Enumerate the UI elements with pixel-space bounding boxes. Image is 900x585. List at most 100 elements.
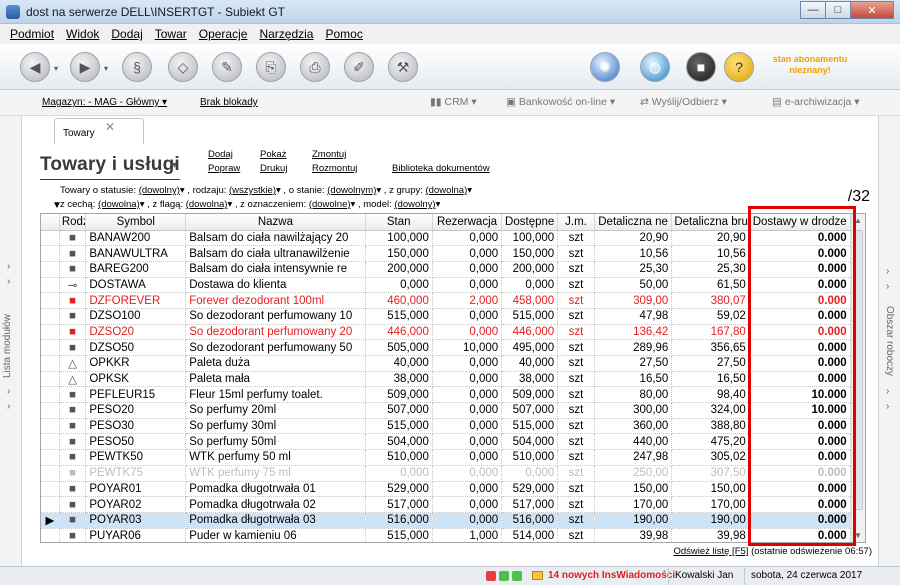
menu-towar[interactable]: Towar <box>149 24 193 44</box>
close-button[interactable]: ✕ <box>850 1 894 19</box>
back-dropdown-icon[interactable]: ▾ <box>54 64 58 73</box>
header-dostepne[interactable]: Dostępne <box>501 214 559 231</box>
copy-icon[interactable]: ⎘ <box>256 52 286 82</box>
table-row[interactable]: ■ BANAW200 Balsam do ciała nawilżający 20 1… <box>41 230 865 247</box>
table-row[interactable]: △ OPKSK Paleta mała 38,000 0,000 38,000 szt 16,… <box>41 371 865 388</box>
edit-icon[interactable]: ✐ <box>344 52 374 82</box>
news-notification[interactable]: 14 nowych InsWiadomości <box>548 570 675 581</box>
header-stan[interactable]: Stan <box>365 214 433 231</box>
header-jm[interactable]: J.m. <box>557 214 595 231</box>
forward-icon[interactable]: ▶ <box>70 52 100 82</box>
expand-left-icon[interactable]: › <box>7 261 10 272</box>
refresh-link[interactable]: Odśwież listę [F5] <box>673 546 748 557</box>
table-row[interactable]: ■ DZSO50 So dezodorant perfumowany 50 505,0… <box>41 339 865 356</box>
show-link[interactable]: Pokaż <box>260 149 286 160</box>
menu-widok[interactable]: Widok <box>60 24 105 44</box>
module-list-strip[interactable]: Lista modułów › › › › <box>0 116 22 566</box>
row-selector[interactable] <box>41 308 60 325</box>
mark-filter[interactable]: (dowolne) <box>309 199 351 210</box>
scroll-down-icon[interactable]: ▼ <box>854 531 862 540</box>
subscription-notice[interactable]: stan abonamentu nieznany! <box>760 54 860 76</box>
table-row[interactable]: ■ PEWTK75 WTK perfumy 75 ml 0,000 0,000 0,000… <box>41 465 865 482</box>
title-dropdown-icon[interactable]: ▾ <box>172 160 177 171</box>
crm-button[interactable]: ▮▮ CRM ▾ <box>430 96 477 108</box>
banking-button[interactable]: ▣ Bankowość on-line ▾ <box>506 96 615 108</box>
table-row[interactable]: ▶ ■ POYAR03 Pomadka długotrwała 03 516,000 0,… <box>41 512 865 529</box>
table-row[interactable]: ■ DZFOREVER Forever dezodorant 100ml 460,00… <box>41 292 865 309</box>
state-filter[interactable]: (dowolnym) <box>327 185 376 196</box>
back-icon[interactable]: ◀ <box>20 52 50 82</box>
tab-close-icon[interactable]: ✕ <box>105 120 115 134</box>
row-selector[interactable] <box>41 465 60 482</box>
maximize-button[interactable]: □ <box>825 1 851 19</box>
tab-towary[interactable]: Towary ✕ <box>54 118 144 144</box>
table-row[interactable]: ■ BAREG200 Balsam do ciała intensywnie re 2… <box>41 261 865 278</box>
expand-right-icon-3[interactable]: › <box>886 386 889 397</box>
menu-podmiot[interactable]: Podmiot <box>4 24 60 44</box>
header-detaliczna-netto[interactable]: Detaliczna ne <box>594 214 673 231</box>
fix-link[interactable]: Popraw <box>208 163 240 174</box>
status-filter[interactable]: (dowolny) <box>139 185 180 196</box>
current-row-marker-icon[interactable]: ▶ <box>41 512 60 529</box>
table-row[interactable]: ■ POYAR01 Pomadka długotrwała 01 529,000 0,0… <box>41 481 865 498</box>
docs-library-link[interactable]: Biblioteka dokumentów <box>392 163 490 174</box>
stamp-icon[interactable]: ✎ <box>212 52 242 82</box>
forward-dropdown-icon[interactable]: ▾ <box>104 64 108 73</box>
row-selector[interactable] <box>41 355 60 372</box>
expand-left-icon-3[interactable]: › <box>7 386 10 397</box>
menu-dodaj[interactable]: Dodaj <box>105 24 148 44</box>
group-filter[interactable]: (dowolna) <box>426 185 468 196</box>
row-selector[interactable] <box>41 245 60 262</box>
header-detaliczna-brutto[interactable]: Detaliczna brut <box>671 214 750 231</box>
expand-left-icon-2[interactable]: › <box>7 276 10 287</box>
menu-pomoc[interactable]: Pomoc <box>319 24 368 44</box>
table-row[interactable]: ■ DZSO20 So dezodorant perfumowany 20 446,0… <box>41 324 865 341</box>
header-nazwa[interactable]: Nazwa <box>185 214 366 231</box>
feature-filter[interactable]: (dowolna) <box>98 199 140 210</box>
send-receive-button[interactable]: ⇄ Wyślij/Odbierz ▾ <box>640 96 727 108</box>
table-row[interactable]: ■ PEWTK50 WTK perfumy 50 ml 510,000 0,000 510… <box>41 449 865 466</box>
row-selector[interactable] <box>41 449 60 466</box>
globe-icon[interactable]: ◍ <box>640 52 670 82</box>
table-row[interactable]: ■ PESO30 So perfumy 30ml 515,000 0,000 515,00… <box>41 418 865 435</box>
type-filter[interactable]: (wszystkie) <box>229 185 276 196</box>
print-icon[interactable]: ⎙ <box>300 52 330 82</box>
add-link[interactable]: Dodaj <box>208 149 233 160</box>
header-symbol[interactable]: Symbol <box>85 214 187 231</box>
row-selector[interactable] <box>41 402 60 419</box>
scroll-up-icon[interactable]: ▲ <box>854 216 862 225</box>
row-selector[interactable] <box>41 496 60 513</box>
workspace-strip[interactable]: Obszar roboczy › › › › <box>878 116 900 566</box>
minimize-button[interactable]: — <box>800 1 826 19</box>
page-title[interactable]: Towary i usługi <box>40 154 180 176</box>
box-icon[interactable]: ■ <box>686 52 716 82</box>
menu-narzedzia[interactable]: Narzędzia <box>253 24 319 44</box>
row-selector[interactable] <box>41 324 60 341</box>
document-icon[interactable]: § <box>122 52 152 82</box>
flag-filter[interactable]: (dowolna) <box>186 199 228 210</box>
tools-icon[interactable]: ⚒ <box>388 52 418 82</box>
print-link[interactable]: Drukuj <box>260 163 287 174</box>
row-selector[interactable] <box>41 371 60 388</box>
header-rodz[interactable]: Rodz <box>59 214 87 231</box>
table-row[interactable]: ■ PEFLEUR15 Fleur 15ml perfumy toalet. 509,… <box>41 386 865 404</box>
table-row[interactable]: ■ PESO20 So perfumy 20ml 507,000 0,000 507,00… <box>41 402 865 419</box>
expand-right-icon-2[interactable]: › <box>886 281 889 292</box>
table-row[interactable]: ■ PESO50 So perfumy 50ml 504,000 0,000 504,00… <box>41 433 865 451</box>
warehouse-selector[interactable]: Magazyn: - MAG - Główny ▾ <box>42 97 167 108</box>
row-selector[interactable] <box>41 481 60 498</box>
expand-right-icon-4[interactable]: › <box>886 401 889 412</box>
table-row[interactable]: ■ BANAWULTRA Balsam do ciała ultranawilżen… <box>41 245 865 262</box>
model-filter[interactable]: (dowolny) <box>394 199 435 210</box>
row-selector[interactable] <box>41 261 60 278</box>
table-row[interactable]: △ OPKKR Paleta duża 40,000 0,000 40,000 szt 27,… <box>41 355 865 372</box>
row-selector[interactable] <box>41 433 60 451</box>
mail-icon[interactable] <box>532 571 543 580</box>
table-row[interactable]: ■ PUYAR06 Puder w kamieniu 06 515,000 1,000 5… <box>41 528 865 542</box>
table-row[interactable]: ⊸ DOSTAWA Dostawa do klienta 0,000 0,000 0,00… <box>41 277 865 294</box>
menu-operacje[interactable]: Operacje <box>193 24 254 44</box>
lock-status-link[interactable]: Brak blokady <box>200 97 258 108</box>
expand-right-icon[interactable]: › <box>886 266 889 277</box>
table-row[interactable]: ■ DZSO100 So dezodorant perfumowany 10 515,… <box>41 308 865 325</box>
products-grid[interactable]: Rodz Symbol Nazwa Stan Rezerwacja Dostęp… <box>40 213 866 543</box>
